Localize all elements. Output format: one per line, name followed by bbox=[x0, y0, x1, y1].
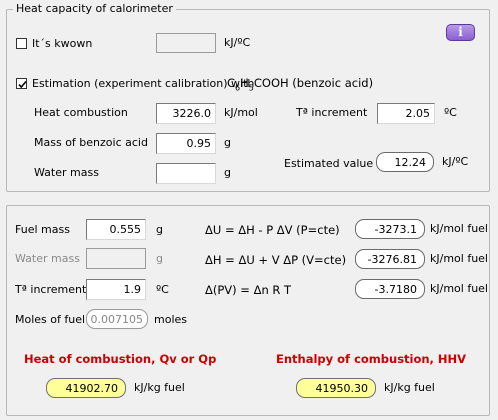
heat-combustion-label: Heat combustion bbox=[34, 106, 128, 119]
dpv-unit: kJ/mol fuel bbox=[430, 282, 488, 295]
estimation-label: Estimation (experiment calibration) with bbox=[32, 77, 255, 90]
moles-unit: moles bbox=[154, 313, 187, 326]
fuel-water-mass-unit: g bbox=[156, 252, 163, 265]
fuel-mass-label: Fuel mass bbox=[15, 223, 70, 236]
fuel-t-increment-input[interactable]: 1.9 bbox=[86, 279, 146, 300]
water-mass-input[interactable] bbox=[156, 163, 216, 184]
benzoic-formula: C6H5COOH (benzoic acid) bbox=[227, 76, 374, 93]
t-increment-label: Tª increment bbox=[296, 106, 368, 119]
fuel-t-increment-unit: ºC bbox=[156, 283, 169, 296]
t-increment-unit: ºC bbox=[444, 106, 457, 119]
mass-benzoic-label: Mass of benzoic acid bbox=[34, 136, 148, 149]
dh-unit: kJ/mol fuel bbox=[430, 252, 488, 265]
heat-combustion-title: Heat of combustion, Qv or Qp bbox=[24, 352, 217, 366]
checkmark-icon bbox=[18, 80, 27, 89]
dpv-value: -3.7180 bbox=[355, 279, 425, 299]
mass-benzoic-unit: g bbox=[224, 136, 231, 149]
hhv-title: Enthalpy of combustion, HHV bbox=[276, 352, 467, 366]
heat-combustion-result-unit: kJ/kg fuel bbox=[134, 381, 185, 394]
heat-combustion-result: 41902.70 bbox=[46, 378, 126, 398]
fuel-t-increment-label: Tª increment bbox=[15, 283, 87, 296]
du-value: -3273.1 bbox=[355, 219, 425, 239]
water-mass-unit: g bbox=[224, 166, 231, 179]
calorimeter-group-title: Heat capacity of calorimeter bbox=[13, 2, 176, 15]
hhv-result: 41950.30 bbox=[296, 378, 376, 398]
heat-combustion-input[interactable]: 3226.0 bbox=[156, 103, 216, 124]
fuel-mass-input[interactable]: 0.555 bbox=[86, 219, 146, 240]
known-label: It´s kwown bbox=[32, 37, 93, 50]
water-mass-label: Water mass bbox=[34, 166, 99, 179]
estimated-value: 12.24 bbox=[376, 152, 434, 172]
fuel-water-mass-label: Water mass bbox=[15, 252, 80, 265]
hhv-result-unit: kJ/kg fuel bbox=[384, 381, 435, 394]
info-icon: i bbox=[458, 25, 463, 39]
moles-label: Moles of fuel bbox=[15, 313, 86, 326]
estimated-unit: kJ/ºC bbox=[442, 155, 469, 168]
du-unit: kJ/mol fuel bbox=[430, 222, 488, 235]
mass-benzoic-input[interactable]: 0.95 bbox=[156, 133, 216, 154]
info-button[interactable]: i bbox=[446, 24, 475, 41]
fuel-water-mass-input[interactable] bbox=[86, 248, 146, 269]
dh-label: ΔH = ΔU + V ΔP (V=cte) bbox=[205, 253, 347, 267]
moles-value: 0.007105 bbox=[86, 309, 148, 329]
known-value-field[interactable] bbox=[156, 33, 216, 53]
t-increment-input[interactable]: 2.05 bbox=[377, 103, 435, 124]
heat-combustion-unit: kJ/mol bbox=[224, 106, 258, 119]
fuel-mass-unit: g bbox=[156, 223, 163, 236]
estimated-label: Estimated value bbox=[284, 157, 374, 170]
dpv-label: Δ(PV) = Δn R T bbox=[205, 283, 292, 297]
known-unit: kJ/ºC bbox=[224, 36, 251, 49]
known-checkbox[interactable] bbox=[16, 38, 27, 49]
du-label: ΔU = ΔH - P ΔV (P=cte) bbox=[205, 223, 340, 237]
dh-value: -3276.81 bbox=[355, 249, 425, 269]
estimation-checkbox[interactable] bbox=[16, 78, 27, 89]
